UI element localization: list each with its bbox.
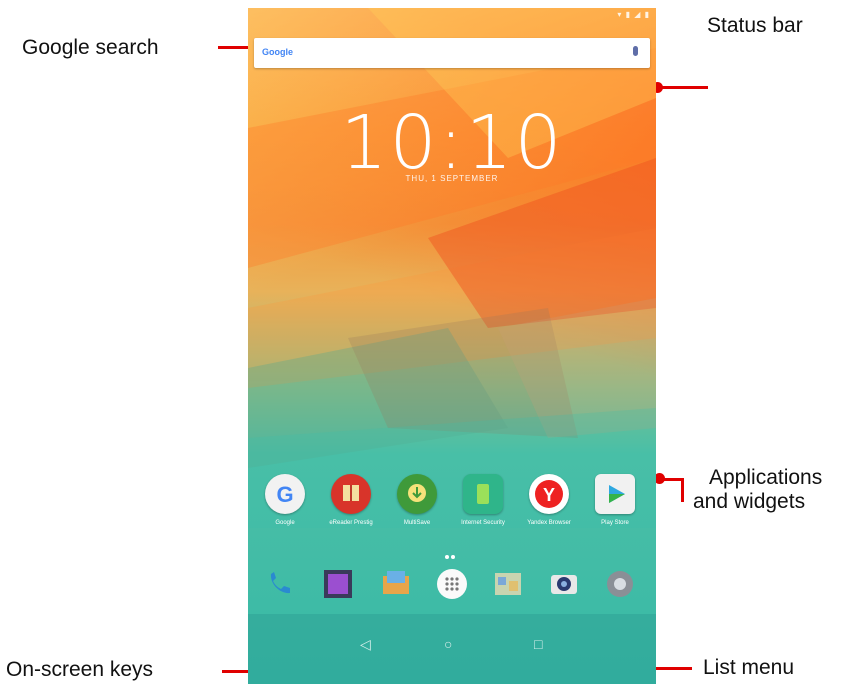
file-manager-icon[interactable] [490, 566, 526, 602]
svg-text:Y: Y [543, 485, 555, 505]
app-label: eReader Prestig [329, 520, 373, 526]
app-internet-security[interactable]: Internet Security [454, 474, 512, 526]
page-indicator [444, 546, 460, 559]
ereader-icon [331, 474, 371, 514]
app-label: Internet Security [461, 520, 505, 526]
recents-icon[interactable]: □ [534, 636, 542, 652]
tablet-home-screen: ▾ ▮ ◢ ▮ Google 10:10 THU, 1 SEPTEMBER G … [248, 8, 656, 684]
applications-pointer-v [681, 478, 684, 502]
app-play-store[interactable]: Play Store [586, 474, 644, 526]
gallery-icon[interactable] [320, 566, 356, 602]
app-multisave[interactable]: MultiSave [388, 474, 446, 526]
settings-icon[interactable] [602, 566, 638, 602]
camera-icon[interactable] [546, 566, 582, 602]
app-yandex-browser[interactable]: Y Yandex Browser [520, 474, 578, 526]
app-ereader[interactable]: eReader Prestig [322, 474, 380, 526]
app-label: MultiSave [403, 520, 431, 526]
google-icon: G [265, 474, 305, 514]
status-bar-label: Status bar [707, 14, 803, 37]
email-icon[interactable] [378, 566, 414, 602]
clock-date: THU, 1 SEPTEMBER [405, 174, 499, 183]
on-screen-keys-label: On-screen keys [6, 658, 154, 681]
app-google[interactable]: G Google [256, 474, 314, 526]
app-label: Yandex Browser [527, 520, 571, 526]
multisave-icon [397, 474, 437, 514]
status-bar-pointer [658, 86, 708, 89]
applications-label-2: and widgets [693, 490, 806, 513]
svg-text:G: G [276, 482, 293, 507]
dock [248, 556, 656, 616]
google-search-bar[interactable]: Google [254, 38, 650, 68]
app-label: Play Store [601, 520, 629, 526]
phone-icon[interactable] [262, 566, 298, 602]
play-store-icon [595, 474, 635, 514]
google-search-label: Google search [22, 36, 159, 59]
home-icon[interactable]: ○ [444, 636, 452, 652]
app-drawer-icon[interactable] [434, 566, 470, 602]
navigation-bar: ◁ ○ □ [248, 614, 656, 684]
status-icons: ▾ ▮ ◢ ▮ [617, 10, 650, 19]
yandex-browser-icon: Y [529, 474, 569, 514]
app-label: Google [275, 520, 295, 526]
internet-security-icon [463, 474, 503, 514]
mic-icon[interactable] [633, 46, 638, 56]
list-menu-label: List menu [703, 656, 795, 679]
google-logo: Google [262, 47, 293, 57]
back-icon[interactable]: ◁ [360, 636, 371, 653]
applications-label: Applications [709, 466, 823, 489]
